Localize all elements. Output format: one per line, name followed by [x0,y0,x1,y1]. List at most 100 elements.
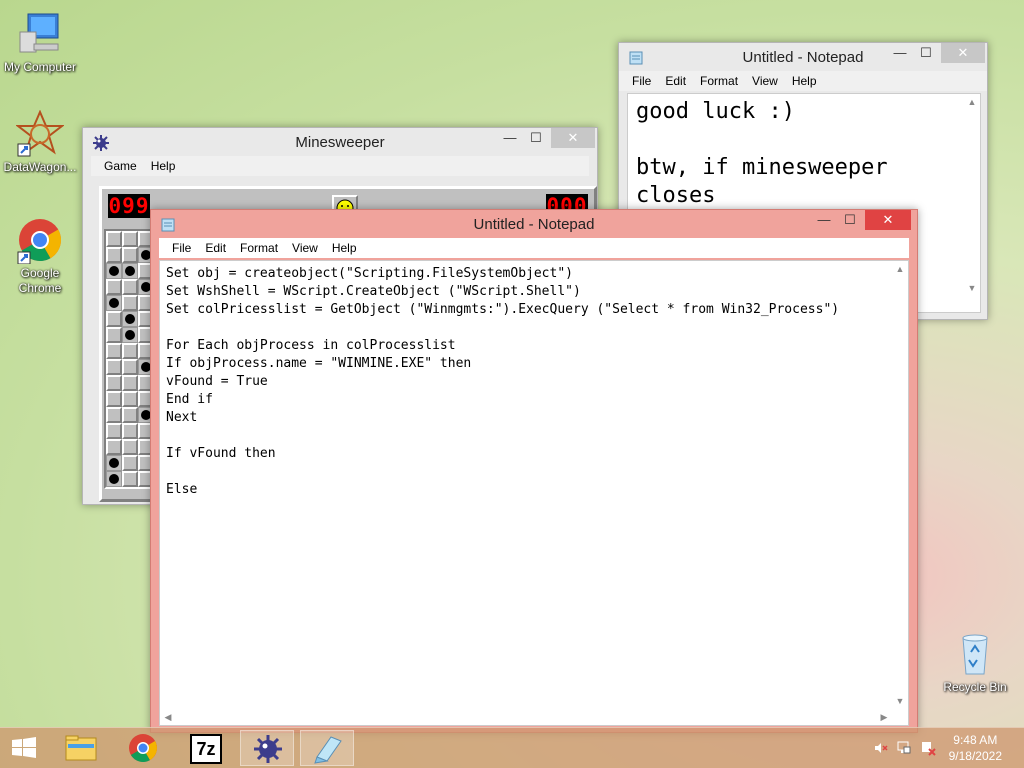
computer-icon [16,10,64,58]
taskbar-7zip[interactable]: 7z [178,730,232,766]
hidden-cell[interactable] [122,231,138,247]
start-button[interactable] [0,730,48,766]
action-center-icon[interactable] [920,740,936,756]
7zip-icon: 7z [190,734,222,764]
menu-view[interactable]: View [285,241,325,255]
hidden-cell[interactable] [106,231,122,247]
title-bar[interactable]: Minesweeper — ☐ ✕ [83,128,597,156]
minimize-button[interactable]: — [811,210,837,230]
chrome-icon [16,216,64,265]
close-button[interactable]: ✕ [551,128,595,148]
menu-file[interactable]: File [165,241,198,255]
notepad-icon [314,736,342,764]
mine-cell[interactable] [122,263,138,279]
hidden-cell[interactable] [122,279,138,295]
scroll-down-icon[interactable]: ▼ [964,280,980,296]
clock[interactable]: 9:48 AM 9/18/2022 [949,732,1002,764]
hidden-cell[interactable] [106,439,122,455]
desktop-icon-google-chrome[interactable]: Google Chrome [0,216,80,296]
menu-help[interactable]: Help [144,159,183,173]
network-icon[interactable] [896,740,912,756]
taskbar-file-explorer[interactable] [54,730,108,766]
text-area[interactable]: Set obj = createobject("Scripting.FileSy… [159,260,909,726]
minimize-button[interactable]: — [497,128,523,148]
desktop-icon-recycle-bin[interactable]: Recycle Bin [935,630,1015,695]
vertical-scrollbar[interactable]: ▲ ▼ [964,94,980,296]
document-text: good luck :) btw, if minesweeper closes [636,99,888,208]
hidden-cell[interactable] [122,407,138,423]
minimize-button[interactable]: — [887,43,913,63]
hidden-cell[interactable] [122,471,138,487]
menu-edit[interactable]: Edit [658,74,693,88]
hidden-cell[interactable] [122,375,138,391]
close-button[interactable]: ✕ [865,210,911,230]
menu-bar: Game Help [91,156,589,176]
desktop-icon-label: My Computer [3,60,77,74]
hidden-cell[interactable] [122,423,138,439]
clock-time: 9:48 AM [953,733,998,747]
menu-help[interactable]: Help [325,241,364,255]
scroll-right-icon[interactable]: ▶ [876,709,892,725]
hidden-cell[interactable] [106,247,122,263]
mine-cell[interactable] [106,471,122,487]
title-bar[interactable]: Untitled - Notepad — ☐ ✕ [151,210,917,238]
document-text: Set obj = createobject("Scripting.FileSy… [166,266,840,497]
scroll-up-icon[interactable]: ▲ [892,261,908,277]
desktop-icon-datawagon[interactable]: DataWagon... [0,109,80,175]
mine-cell[interactable] [106,455,122,471]
taskbar-chrome[interactable] [116,730,170,766]
taskbar-minesweeper[interactable] [240,730,294,766]
mine-cell[interactable] [106,295,122,311]
hidden-cell[interactable] [122,359,138,375]
maximize-button[interactable]: ☐ [913,43,939,63]
mine-counter: 099 [108,194,150,218]
scroll-up-icon[interactable]: ▲ [964,94,980,110]
hidden-cell[interactable] [106,359,122,375]
hidden-cell[interactable] [122,247,138,263]
recycle-bin-icon [951,630,999,678]
menu-view[interactable]: View [745,74,785,88]
mine-cell[interactable] [106,263,122,279]
menu-file[interactable]: File [625,74,658,88]
menu-help[interactable]: Help [785,74,824,88]
mine-cell[interactable] [122,311,138,327]
desktop-icon-label: Google Chrome [18,266,62,295]
hidden-cell[interactable] [106,375,122,391]
menu-format[interactable]: Format [233,241,285,255]
hidden-cell[interactable] [106,391,122,407]
vertical-scrollbar[interactable]: ▲ ▼ [892,261,908,709]
menu-game[interactable]: Game [97,159,144,173]
mine-cell[interactable] [122,327,138,343]
volume-muted-icon[interactable] [874,741,888,755]
hidden-cell[interactable] [122,343,138,359]
maximize-button[interactable]: ☐ [837,210,863,230]
maximize-button[interactable]: ☐ [523,128,549,148]
hidden-cell[interactable] [106,423,122,439]
taskbar-notepad[interactable] [300,730,354,766]
menu-bar: File Edit Format View Help [619,71,987,91]
hidden-cell[interactable] [106,279,122,295]
close-button[interactable]: ✕ [941,43,985,63]
mine-icon [254,735,282,763]
hidden-cell[interactable] [106,311,122,327]
menu-edit[interactable]: Edit [198,241,233,255]
hidden-cell[interactable] [122,295,138,311]
horizontal-scrollbar[interactable]: ◀ ▶ [160,709,892,725]
hidden-cell[interactable] [122,455,138,471]
menu-format[interactable]: Format [693,74,745,88]
hidden-cell[interactable] [106,343,122,359]
clock-date: 9/18/2022 [948,749,1002,763]
desktop-icon-label: DataWagon... [3,160,77,174]
title-bar[interactable]: Untitled - Notepad — ☐ ✕ [619,43,987,71]
chrome-icon [129,734,157,762]
scroll-left-icon[interactable]: ◀ [160,709,176,725]
mine-grid [104,229,156,489]
scroll-down-icon[interactable]: ▼ [892,693,908,709]
hidden-cell[interactable] [106,407,122,423]
hidden-cell[interactable] [122,391,138,407]
notepad-window-active[interactable]: Untitled - Notepad — ☐ ✕ File Edit Forma… [150,209,918,733]
desktop-icon-my-computer[interactable]: My Computer [0,10,80,75]
hidden-cell[interactable] [106,327,122,343]
hidden-cell[interactable] [122,439,138,455]
menu-bar: File Edit Format View Help [159,238,909,258]
